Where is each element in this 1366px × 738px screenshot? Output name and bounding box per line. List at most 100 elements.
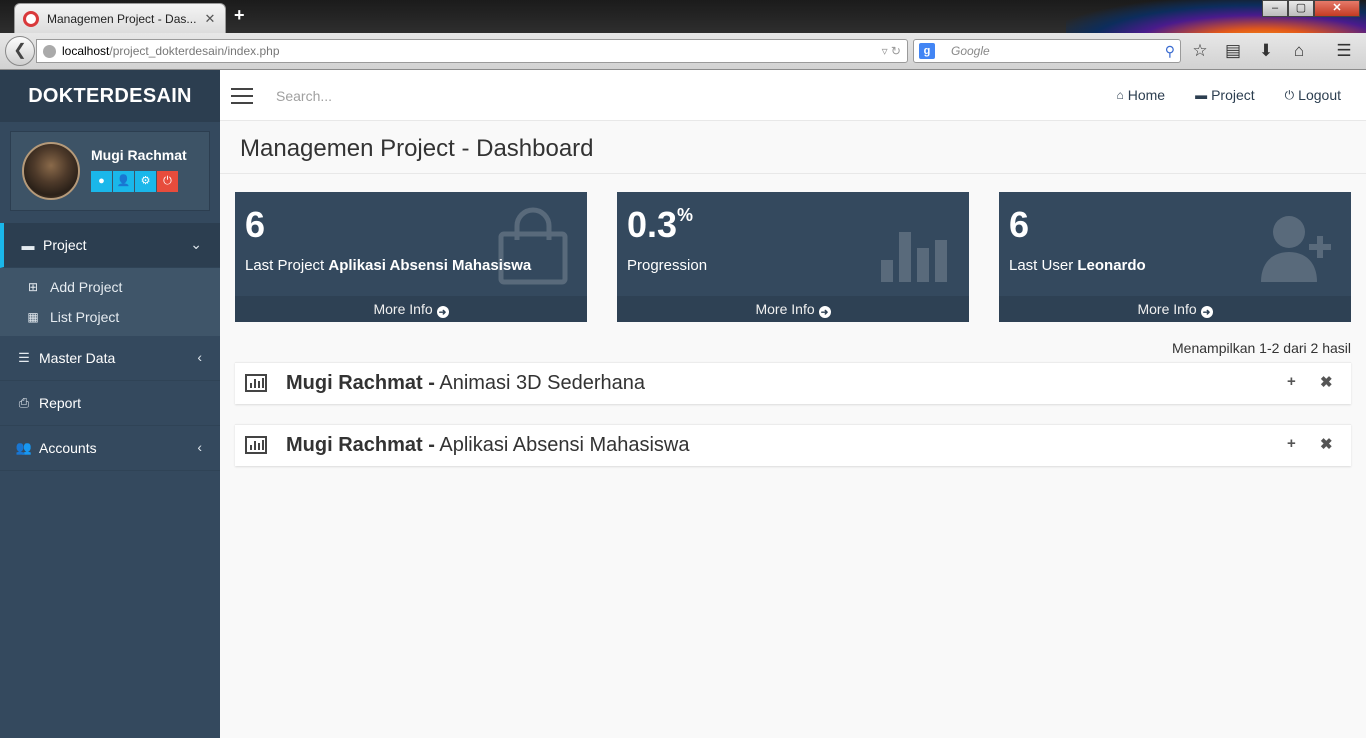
reload-icon[interactable]: ▿ ↻ [882, 44, 901, 58]
archive-icon: ▬ [1195, 88, 1208, 102]
sidebar-item-label: Add Project [50, 279, 123, 295]
sidebar-item-accounts[interactable]: 👥 Accounts ‹ [0, 426, 220, 471]
download-icon[interactable]: ⬇ [1256, 41, 1276, 61]
search-input[interactable] [276, 84, 576, 108]
stat-description: Last Project Aplikasi Absensi Mahasiswa [245, 257, 532, 274]
sidebar-item-master-data[interactable]: ☰ Master Data ‹ [0, 336, 220, 381]
stat-box-last-user: 6 Last User Leonardo More Info ➜ [999, 192, 1351, 322]
browser-search-box[interactable]: g Google ⚲ [913, 39, 1181, 63]
nav-home-link[interactable]: ⌂ Home [1116, 87, 1165, 103]
expand-button[interactable]: + [1287, 373, 1296, 390]
sidebar-item-label: Master Data [39, 350, 116, 366]
project-title[interactable]: Mugi Rachmat - Aplikasi Absensi Mahasisw… [286, 434, 689, 457]
gear-icon[interactable]: ⚙ [135, 171, 156, 192]
browser-menu-icon[interactable]: ☰ [1334, 41, 1354, 61]
browser-toolbar-icons: ☆ ▤ ⬇ ⌂ ☰ [1190, 41, 1354, 61]
sidebar-item-project[interactable]: ▬ Project ⌄ [0, 223, 220, 268]
sidebar-menu: ▬ Project ⌄ ⊞ Add Project ▦ List Project… [0, 223, 220, 471]
expand-button[interactable]: + [1287, 435, 1296, 452]
sidebar: DOKTERDESAIN Mugi Rachmat ● 👤 ⚙ ⏻ ▬ Proj… [0, 70, 220, 738]
grid-icon: ▦ [27, 310, 39, 324]
stat-box-progression: 0.3% Progression More Info ➜ [617, 192, 969, 322]
stat-description: Progression [627, 257, 708, 274]
nav-label: Logout [1298, 87, 1341, 103]
project-box: Mugi Rachmat - Animasi 3D Sederhana + ✖ [235, 362, 1351, 404]
list-icon: ☰ [18, 350, 30, 365]
back-button[interactable]: ❮ [5, 36, 35, 66]
nav-project-link[interactable]: ▬ Project [1195, 87, 1255, 103]
print-icon: ⎙ [18, 395, 30, 410]
stat-box-last-project: 6 Last Project Aplikasi Absensi Mahasisw… [235, 192, 587, 322]
shopping-bag-icon [498, 207, 568, 285]
sidebar-item-label: Project [43, 237, 87, 253]
power-icon[interactable]: ⏻ [157, 171, 178, 192]
browser-tab-strip: Managemen Project - Das... ✕ + – ▢ ✕ [0, 0, 1366, 33]
sidebar-item-label: List Project [50, 309, 120, 325]
project-submenu: ⊞ Add Project ▦ List Project [0, 268, 220, 336]
avatar [22, 142, 80, 200]
user-add-icon [1261, 216, 1331, 282]
project-box: Mugi Rachmat - Aplikasi Absensi Mahasisw… [235, 424, 1351, 466]
google-icon[interactable]: g [919, 43, 935, 59]
remove-button[interactable]: ✖ [1320, 373, 1333, 391]
sidebar-toggle-icon[interactable] [231, 88, 253, 104]
power-icon: ⏻ [1284, 87, 1295, 102]
top-nav: ⌂ Home ▬ Project ⏻ Logout [1116, 87, 1341, 103]
plus-square-icon: ⊞ [27, 280, 39, 294]
browser-tab[interactable]: Managemen Project - Das... ✕ [14, 3, 226, 33]
bookmark-star-icon[interactable]: ☆ [1190, 41, 1210, 61]
stat-description: Last User Leonardo [1009, 257, 1146, 274]
stat-value: 6 [245, 204, 266, 245]
chevron-down-icon: ⌄ [190, 236, 202, 252]
more-info-link[interactable]: More Info ➜ [235, 296, 587, 322]
user-name: Mugi Rachmat [91, 147, 187, 163]
favicon-icon [23, 10, 39, 27]
page-title: Managemen Project - Dashboard [240, 135, 594, 162]
stat-value: 6 [1009, 204, 1030, 245]
bar-chart-icon [245, 374, 267, 392]
address-bar[interactable]: localhost /project_dokterdesain/index.ph… [36, 39, 908, 63]
stat-value: 0.3% [627, 204, 694, 245]
chevron-left-icon: ‹ [197, 349, 202, 365]
more-info-link[interactable]: More Info ➜ [617, 296, 969, 322]
minimize-button[interactable]: – [1262, 0, 1288, 17]
url-host: localhost [62, 44, 110, 58]
sidebar-item-label: Accounts [39, 440, 97, 456]
user-icon[interactable]: 👤 [113, 171, 134, 192]
status-circle-icon[interactable]: ● [91, 171, 112, 192]
remove-button[interactable]: ✖ [1320, 435, 1333, 453]
page-header: Managemen Project - Dashboard [220, 121, 1366, 174]
maximize-button[interactable]: ▢ [1288, 0, 1314, 17]
search-icon[interactable]: ⚲ [1165, 43, 1175, 60]
archive-icon: ▬ [21, 237, 35, 253]
top-header: ⌂ Home ▬ Project ⏻ Logout [220, 70, 1366, 121]
tab-close-icon[interactable]: ✕ [203, 11, 217, 27]
chevron-left-icon: ‹ [197, 439, 202, 455]
sidebar-item-list-project[interactable]: ▦ List Project [0, 302, 220, 332]
brand-logo[interactable]: DOKTERDESAIN [0, 70, 220, 122]
nav-label: Project [1211, 87, 1255, 103]
project-title[interactable]: Mugi Rachmat - Animasi 3D Sederhana [286, 372, 645, 395]
bookmarks-list-icon[interactable]: ▤ [1223, 41, 1243, 61]
globe-icon [43, 44, 56, 58]
bar-chart-icon [245, 436, 267, 454]
browser-tab-title: Managemen Project - Das... [47, 11, 197, 26]
arrow-circle-right-icon: ➜ [818, 306, 831, 318]
home-icon[interactable]: ⌂ [1289, 41, 1309, 61]
window-close-button[interactable]: ✕ [1314, 0, 1360, 17]
sidebar-item-add-project[interactable]: ⊞ Add Project [0, 272, 220, 302]
new-tab-button[interactable]: + [234, 5, 245, 26]
sidebar-item-report[interactable]: ⎙ Report [0, 381, 220, 426]
window-controls: – ▢ ✕ [1262, 0, 1360, 18]
sidebar-item-label: Report [39, 395, 82, 411]
home-icon: ⌂ [1116, 88, 1124, 102]
nav-logout-link[interactable]: ⏻ Logout [1285, 87, 1341, 103]
browser-navbar: ❮ localhost /project_dokterdesain/index.… [0, 33, 1366, 70]
browser-search-placeholder: Google [951, 44, 990, 58]
nav-label: Home [1127, 87, 1166, 103]
url-path: /project_dokterdesain/index.php [109, 44, 280, 58]
user-panel: Mugi Rachmat ● 👤 ⚙ ⏻ [10, 131, 210, 211]
user-actions: ● 👤 ⚙ ⏻ [91, 171, 179, 192]
more-info-link[interactable]: More Info ➜ [999, 296, 1351, 322]
arrow-circle-right-icon: ➜ [1200, 306, 1213, 318]
